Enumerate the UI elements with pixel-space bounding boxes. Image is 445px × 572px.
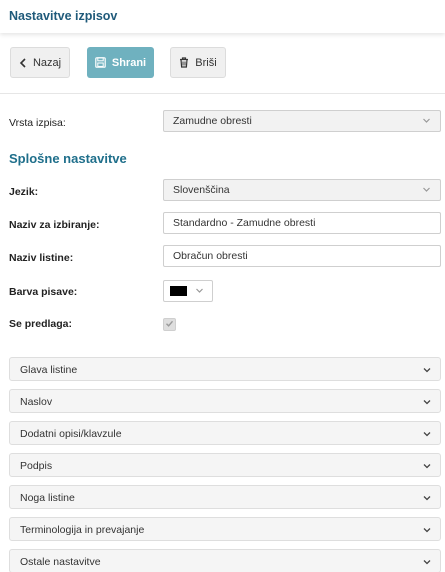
template-checkbox[interactable]	[163, 318, 176, 331]
accordion-item-label: Naslov	[20, 396, 53, 408]
accordion-item-label: Podpis	[20, 460, 53, 472]
selection-name-value: Standardno - Zamudne obresti	[173, 217, 316, 229]
chevron-down-icon	[195, 286, 204, 298]
accordion-item[interactable]: Podpis	[9, 453, 441, 477]
document-name-label: Naziv listine:	[9, 252, 74, 264]
selection-name-label: Naziv za izbiranje:	[9, 219, 100, 231]
back-button-label: Nazaj	[32, 56, 62, 69]
save-button-label: Shrani	[111, 56, 147, 69]
accordion-item-label: Terminologija in prevajanje	[20, 524, 145, 536]
selection-name-input[interactable]: Standardno - Zamudne obresti	[163, 212, 441, 234]
accordion-item[interactable]: Noga listine	[9, 485, 441, 509]
trash-icon	[179, 57, 189, 68]
doc-type-select[interactable]: Zamudne obresti	[163, 110, 441, 132]
doc-type-value: Zamudne obresti	[173, 115, 252, 127]
doc-type-label: Vrsta izpisa:	[9, 117, 66, 129]
save-icon	[95, 57, 106, 68]
color-swatch	[170, 286, 187, 296]
chevron-down-icon	[422, 557, 432, 570]
check-icon	[165, 319, 174, 331]
language-value: Slovenščina	[173, 184, 230, 196]
chevron-down-icon	[422, 185, 431, 197]
accordion-item[interactable]: Glava listine	[9, 357, 441, 381]
document-name-value: Obračun obresti	[173, 250, 248, 262]
chevron-down-icon	[422, 461, 432, 474]
accordion-item-label: Noga listine	[20, 492, 75, 504]
language-select[interactable]: Slovenščina	[163, 179, 441, 201]
font-color-label: Barva pisave:	[9, 286, 78, 298]
accordion-item[interactable]: Terminologija in prevajanje	[9, 517, 441, 541]
accordion-item[interactable]: Dodatni opisi/klavzule	[9, 421, 441, 445]
accordion-item-label: Ostale nastavitve	[20, 556, 101, 568]
chevron-down-icon	[422, 493, 432, 506]
chevron-left-icon	[19, 57, 27, 68]
accordion-item[interactable]: Ostale nastavitve	[9, 549, 441, 572]
chevron-down-icon	[422, 525, 432, 538]
section-title: Splošne nastavitve	[9, 151, 127, 166]
template-label: Se predlaga:	[9, 318, 73, 330]
divider	[0, 93, 445, 94]
chevron-down-icon	[422, 397, 432, 410]
chevron-down-icon	[422, 116, 431, 128]
page-title: Nastavitve izpisov	[9, 9, 118, 23]
back-button[interactable]: Nazaj	[10, 47, 70, 78]
chevron-down-icon	[422, 429, 432, 442]
document-name-input[interactable]: Obračun obresti	[163, 245, 441, 267]
language-label: Jezik:	[9, 186, 39, 198]
accordion-item-label: Dodatni opisi/klavzule	[20, 428, 122, 440]
delete-button-label: Briši	[195, 56, 217, 69]
accordion-item-label: Glava listine	[20, 364, 78, 376]
accordion-item[interactable]: Naslov	[9, 389, 441, 413]
save-button[interactable]: Shrani	[87, 47, 154, 78]
delete-button[interactable]: Briši	[170, 47, 226, 78]
page-header: Nastavitve izpisov	[0, 0, 445, 33]
chevron-down-icon	[422, 365, 432, 378]
font-color-picker[interactable]	[163, 280, 213, 302]
